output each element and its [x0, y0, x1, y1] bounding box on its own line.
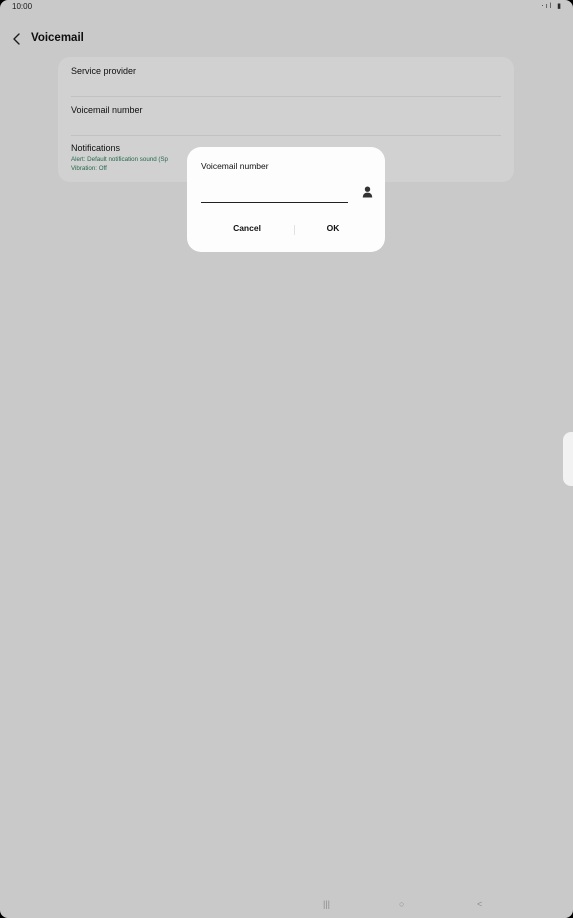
contact-person-icon[interactable] — [362, 185, 373, 198]
cancel-button[interactable]: Cancel — [217, 223, 277, 233]
button-divider — [294, 225, 295, 235]
ok-button[interactable]: OK — [303, 223, 363, 233]
dialog-scrim[interactable] — [0, 0, 573, 918]
voicemail-number-input[interactable] — [201, 182, 348, 203]
voicemail-number-dialog: Voicemail number Cancel OK — [187, 147, 385, 252]
dialog-title: Voicemail number — [201, 161, 269, 171]
phone-screen: 10:00 ⋅ıl ▮ Voicemail Service provider V… — [0, 0, 573, 918]
edge-panel-handle[interactable] — [563, 432, 573, 486]
